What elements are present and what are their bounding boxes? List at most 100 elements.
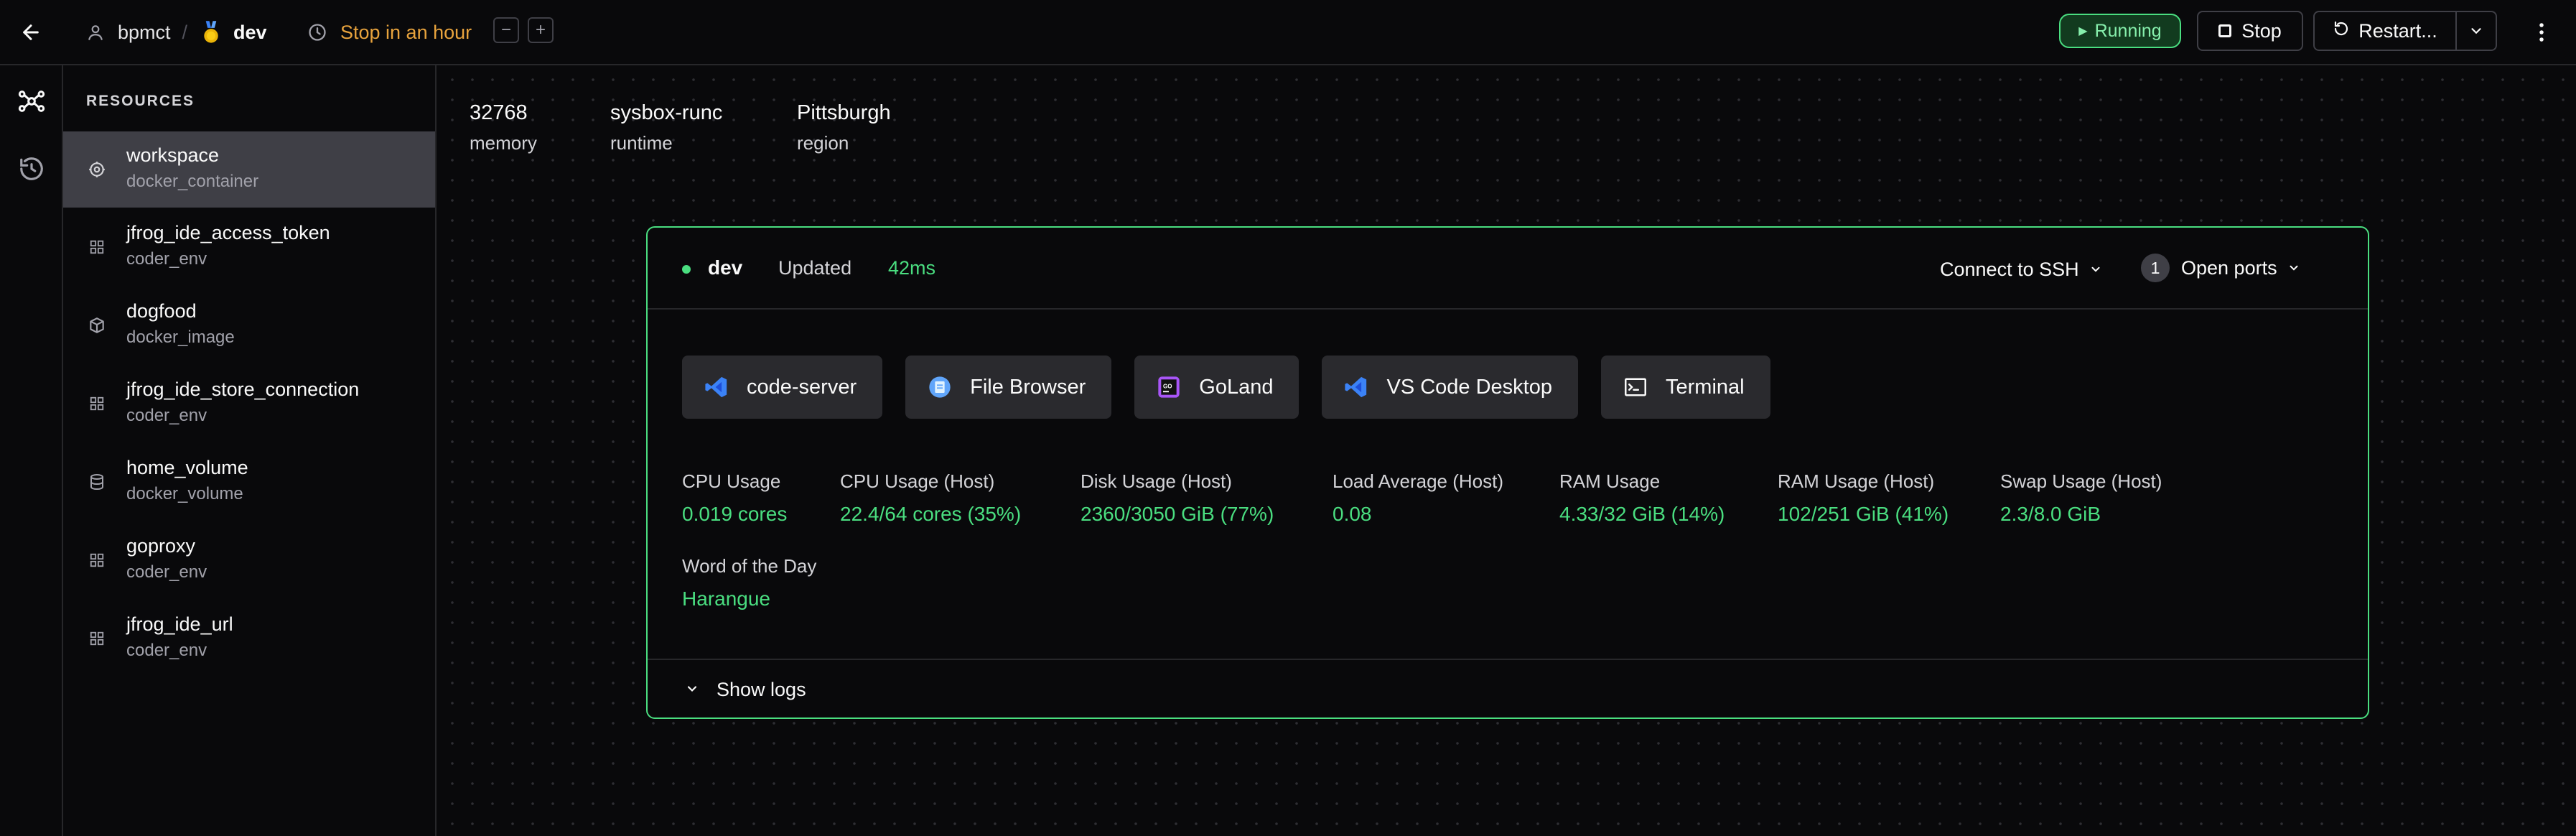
resources-nav-button[interactable] — [10, 80, 53, 123]
stat-value: 4.33/32 GiB (14%) — [1559, 503, 1725, 525]
file-browser-icon — [927, 374, 953, 400]
grid-icon — [85, 548, 109, 572]
chevron-down-icon — [2089, 259, 2102, 281]
stat-value: 0.019 cores — [682, 503, 788, 525]
app-vscode-desktop-button[interactable]: VS Code Desktop — [1322, 356, 1578, 419]
resource-type: docker_volume — [126, 484, 243, 503]
arrow-left-icon — [23, 24, 39, 40]
meta-value: sysbox-runc — [610, 101, 723, 124]
agent-header: dev Updated 42ms Connect to SSH 1 Open p… — [648, 228, 2368, 310]
vscode-icon — [1343, 374, 1369, 400]
breadcrumb-separator: / — [182, 21, 188, 43]
resource-type: docker_image — [126, 328, 235, 347]
app-label: File Browser — [970, 375, 1086, 399]
show-logs-label: Show logs — [717, 678, 806, 700]
restart-label: Restart... — [2358, 19, 2437, 42]
app-label: VS Code Desktop — [1386, 375, 1552, 399]
stop-button[interactable]: Stop — [2197, 11, 2303, 51]
schedule-label[interactable]: Stop in an hour — [306, 16, 472, 49]
vscode-icon — [704, 374, 729, 400]
resource-type: docker_container — [126, 172, 259, 191]
stat-value: 2360/3050 GiB (77%) — [1081, 503, 1274, 525]
app-goland-button[interactable]: GO GoLand — [1134, 356, 1299, 419]
app-label: GoLand — [1199, 375, 1274, 399]
user-icon — [85, 22, 106, 43]
meta-label: region — [797, 132, 849, 154]
open-ports-button[interactable]: 1 Open ports — [2141, 252, 2300, 284]
left-rail — [0, 65, 63, 836]
breadcrumb-workspace[interactable]: dev — [233, 22, 267, 44]
breadcrumb: bpmct / dev — [85, 16, 267, 49]
kebab-menu-icon — [2539, 23, 2544, 42]
resource-type: coder_env — [126, 249, 207, 269]
more-options-button[interactable] — [2526, 16, 2557, 49]
resource-item-workspace[interactable]: workspace docker_container — [63, 131, 435, 208]
meta-value: Pittsburgh — [797, 101, 891, 124]
play-icon: ▶ — [2078, 25, 2088, 37]
connect-ssh-button[interactable]: Connect to SSH — [1940, 254, 2102, 285]
restart-button[interactable]: Restart... — [2313, 11, 2457, 51]
stat-label: Word of the Day — [682, 555, 817, 577]
grid-icon — [85, 391, 109, 416]
back-button[interactable] — [14, 16, 47, 49]
stop-icon — [2218, 24, 2232, 37]
stat-value: 0.08 — [1333, 503, 1372, 525]
app-file-browser-button[interactable]: File Browser — [905, 356, 1112, 419]
stat-value: 22.4/64 cores (35%) — [840, 503, 1022, 525]
stat-ram-usage: RAM Usage 4.33/32 GiB (14%) — [1559, 470, 1725, 526]
meta-value: 32768 — [470, 101, 528, 124]
app-code-server-button[interactable]: code-server — [682, 356, 883, 419]
container-icon — [85, 157, 109, 182]
stat-word-of-the-day: Word of the Day Harangue — [682, 555, 816, 610]
agent-name: dev — [708, 256, 743, 279]
show-logs-button[interactable]: Show logs — [648, 659, 2368, 719]
meta-label: memory — [470, 132, 537, 154]
stop-label: Stop — [2241, 19, 2282, 42]
stat-label: Disk Usage (Host) — [1081, 470, 1232, 492]
medal-icon — [199, 20, 223, 45]
resource-name: jfrog_ide_url — [126, 613, 233, 635]
stat-label: RAM Usage — [1559, 470, 1661, 492]
resource-meta-region: Pittsburgh region — [797, 101, 891, 154]
chevron-down-icon — [685, 679, 699, 701]
grid-icon — [85, 235, 109, 259]
resource-item-jfrog-ide-store-connection[interactable]: jfrog_ide_store_connection coder_env — [63, 366, 435, 442]
history-icon — [20, 157, 43, 180]
resource-name: jfrog_ide_store_connection — [126, 378, 360, 400]
restart-options-button[interactable] — [2455, 11, 2497, 51]
terminal-icon — [1623, 374, 1648, 400]
package-icon — [85, 313, 109, 338]
top-bar: bpmct / dev Stop in an hour − + ▶ Runnin… — [0, 0, 2576, 65]
history-nav-button[interactable] — [10, 147, 53, 190]
schedule-text: Stop in an hour — [340, 21, 472, 43]
grid-icon — [85, 626, 109, 651]
app-terminal-button[interactable]: Terminal — [1601, 356, 1770, 419]
restart-icon — [2333, 20, 2350, 42]
stat-label: Swap Usage (Host) — [2000, 470, 2162, 492]
status-label: Running — [2094, 20, 2162, 41]
resource-item-goproxy[interactable]: goproxy coder_env — [63, 522, 435, 598]
ports-count-badge: 1 — [2141, 254, 2170, 282]
stat-load-average-host: Load Average (Host) 0.08 — [1333, 470, 1503, 526]
agent-updated-label: Updated — [778, 257, 852, 279]
app-label: code-server — [747, 375, 857, 399]
clock-icon — [306, 21, 329, 44]
stat-ram-usage-host: RAM Usage (Host) 102/251 GiB (41%) — [1778, 470, 1949, 526]
resource-item-jfrog-ide-access-token[interactable]: jfrog_ide_access_token coder_env — [63, 209, 435, 285]
schedule-decrease-button[interactable]: − — [493, 17, 519, 43]
resources-sidebar: RESOURCES workspace docker_container jfr… — [63, 65, 437, 836]
resource-item-home-volume[interactable]: home_volume docker_volume — [63, 444, 435, 520]
workspace-main: 32768 memory sysbox-runc runtime Pittsbu… — [438, 65, 2576, 836]
schedule-increase-button[interactable]: + — [528, 17, 554, 43]
resource-item-dogfood[interactable]: dogfood docker_image — [63, 287, 435, 363]
database-icon — [85, 470, 109, 494]
agent-card: dev Updated 42ms Connect to SSH 1 Open p… — [646, 226, 2369, 719]
agent-apps: code-server File Browser GO GoLand VS Co… — [682, 356, 1770, 419]
resource-meta-memory: 32768 memory — [470, 101, 537, 154]
breadcrumb-owner[interactable]: bpmct — [118, 22, 171, 44]
resource-meta-runtime: sysbox-runc runtime — [610, 101, 722, 154]
resource-name: home_volume — [126, 457, 248, 478]
stat-swap-usage-host: Swap Usage (Host) 2.3/8.0 GiB — [2000, 470, 2162, 526]
resource-item-jfrog-ide-url[interactable]: jfrog_ide_url coder_env — [63, 600, 435, 677]
stat-label: Load Average (Host) — [1333, 470, 1503, 492]
